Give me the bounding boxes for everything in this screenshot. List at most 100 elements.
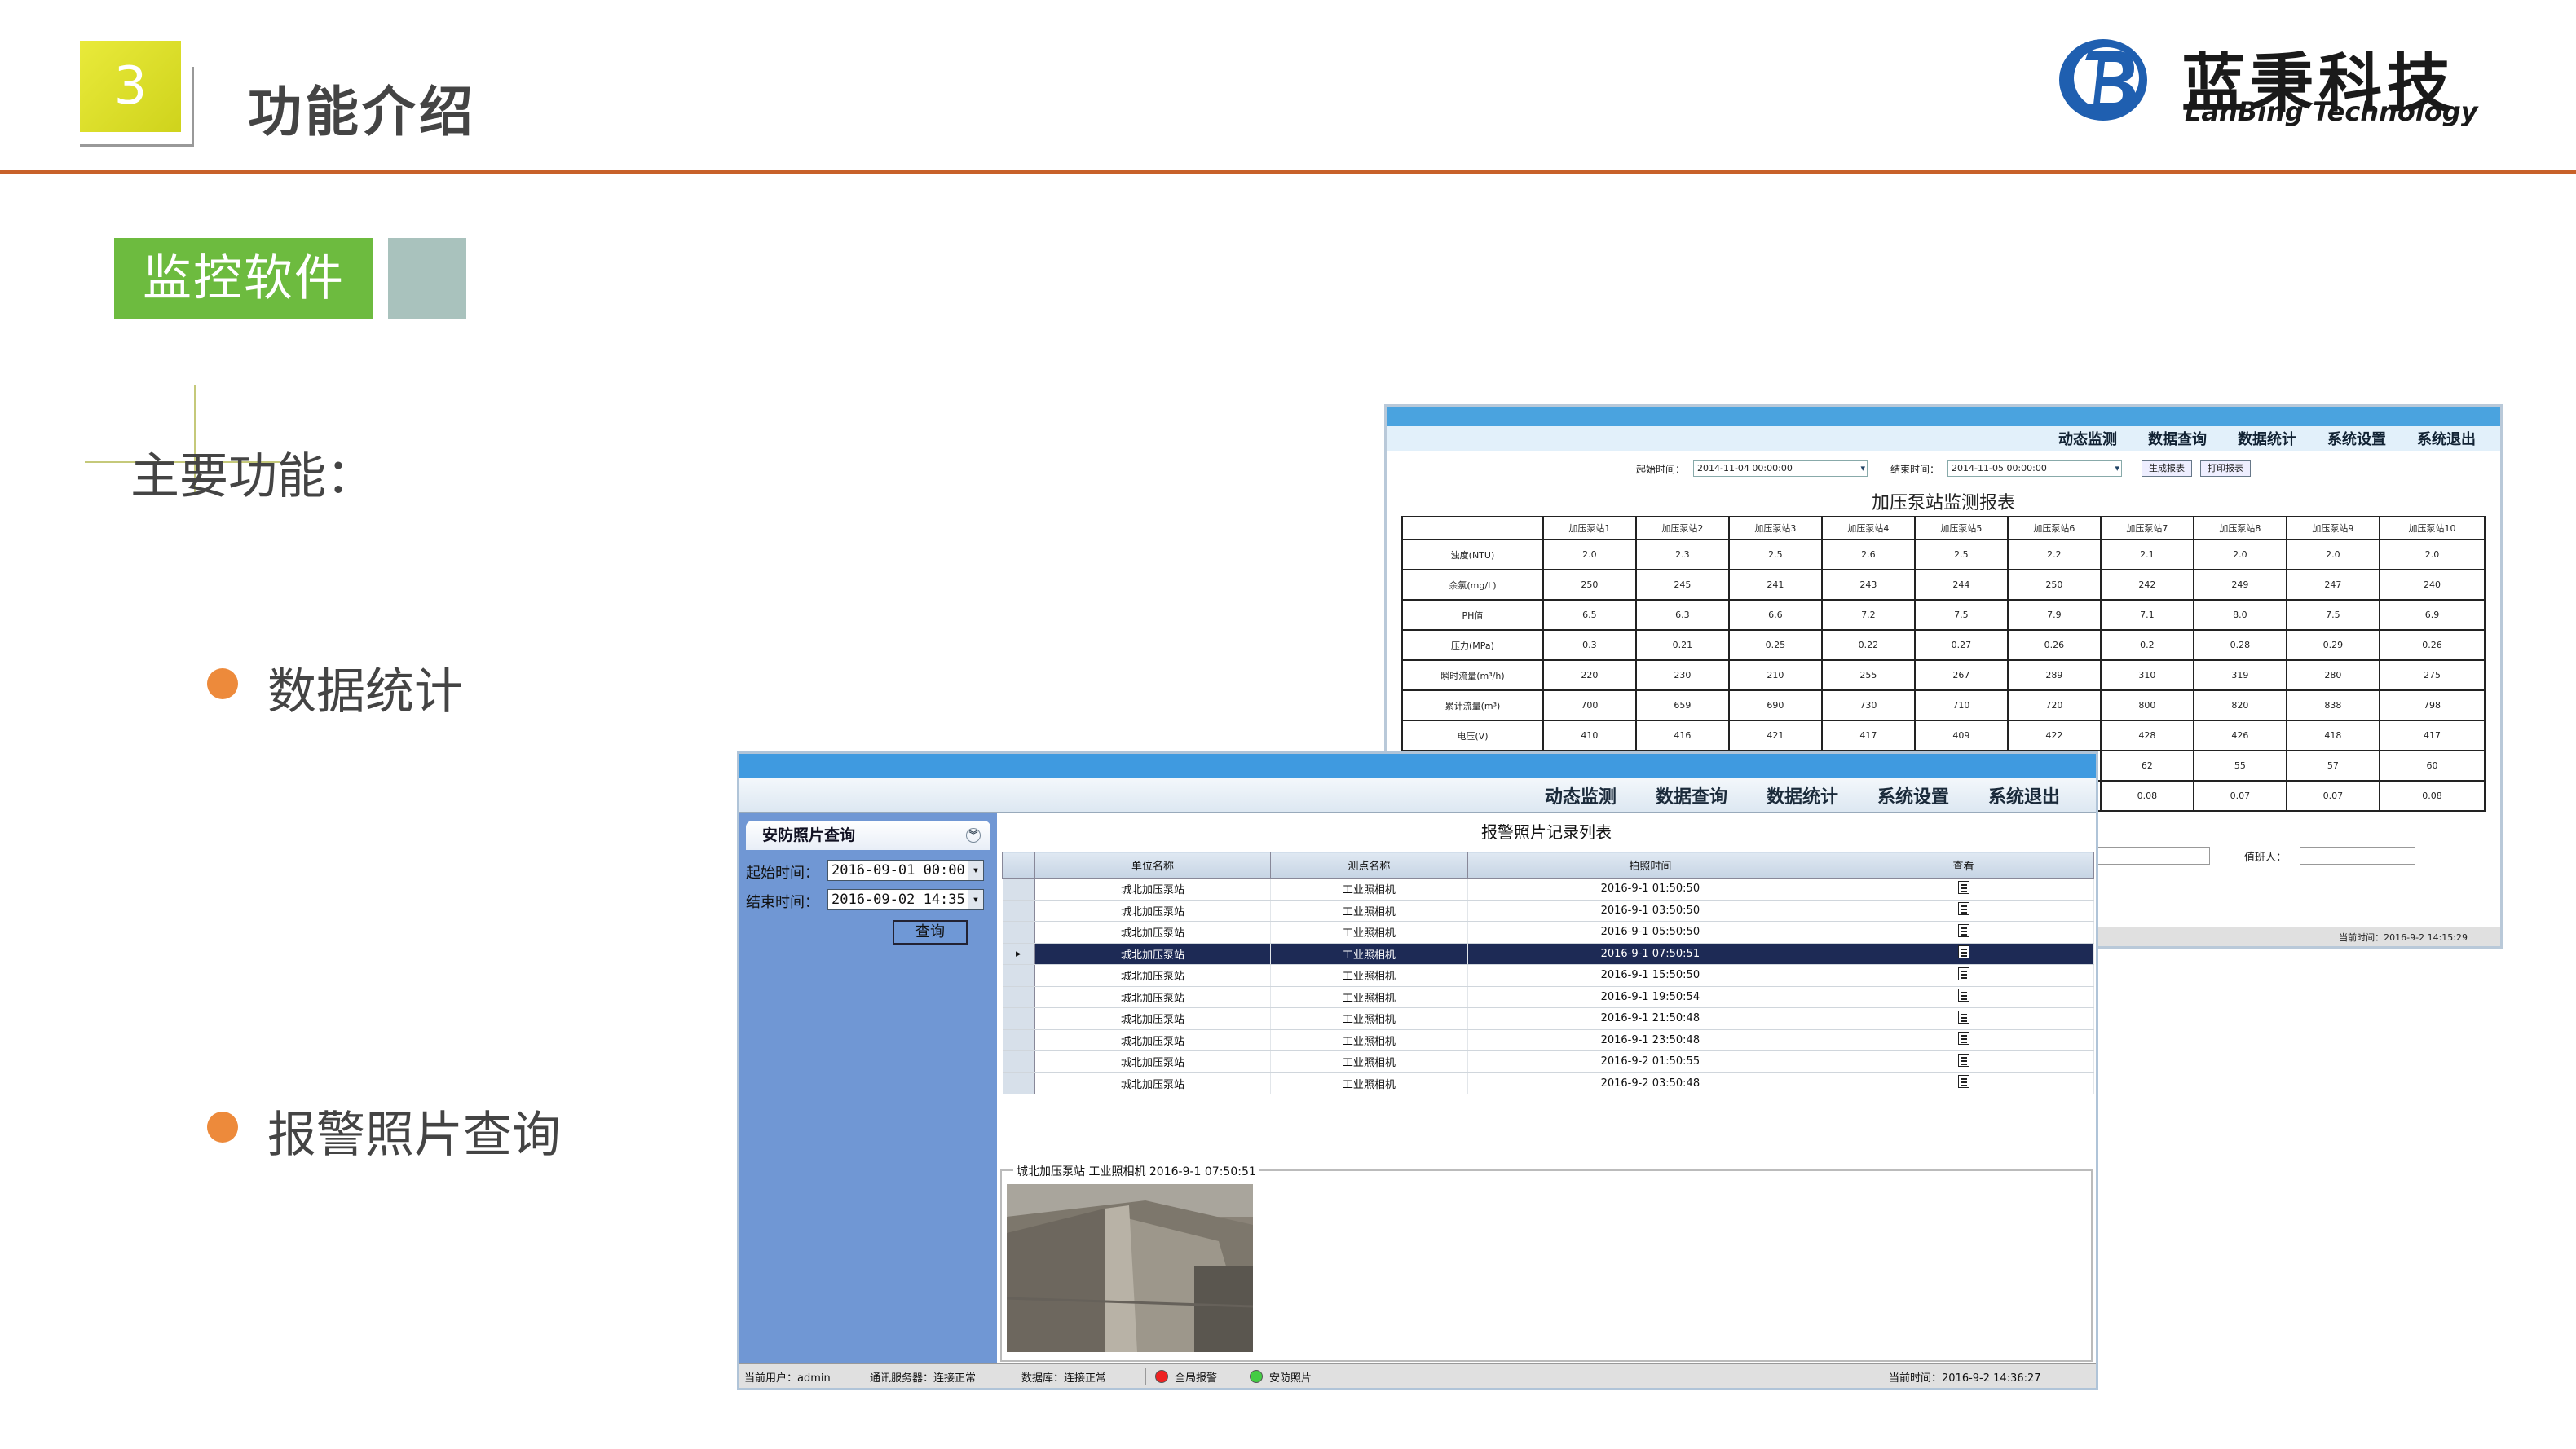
report-col-header: 加压泵站7 bbox=[2099, 516, 2194, 540]
cell-unit: 城北加压泵站 bbox=[1034, 1072, 1272, 1094]
view-cell bbox=[1833, 1050, 2094, 1073]
end-time-picker[interactable]: 2014-11-05 00:00:00 bbox=[1947, 460, 2123, 477]
view-document-icon[interactable] bbox=[1957, 902, 1969, 916]
menu-system-exit[interactable]: 系统退出 bbox=[1988, 782, 2060, 808]
view-document-icon[interactable] bbox=[1957, 923, 1969, 937]
table-cell: 418 bbox=[2285, 720, 2380, 751]
table-row[interactable]: 城北加压泵站 工业照相机 2016-9-1 15:50:50 bbox=[1002, 964, 2094, 987]
table-row: 浊度(NTU) 2.0 2.3 2.5 2.6 2.5 2.2 2.1 2.0 2.0 2.0 bbox=[1401, 539, 2486, 570]
table-row: 瞬时流量(m³/h) 220 230 210 255 267 289 310 319 280 275 bbox=[1401, 659, 2486, 691]
table-row[interactable]: 城北加压泵站 工业照相机 2016-9-1 21:50:48 bbox=[1002, 1007, 2094, 1030]
main-functions-label: 主要功能： bbox=[130, 448, 375, 505]
report-col-header: 加压泵站9 bbox=[2285, 516, 2380, 540]
table-row[interactable]: 城北加压泵站 工业照相机 2016-9-1 05:50:50 bbox=[1002, 921, 2094, 944]
view-document-icon[interactable] bbox=[1957, 1032, 1969, 1046]
start-time-label: 起始时间： bbox=[746, 865, 819, 882]
view-document-icon[interactable] bbox=[1957, 880, 1969, 894]
table-row[interactable]: 城北加压泵站 工业照相机 2016-9-2 01:50:55 bbox=[1002, 1050, 2094, 1073]
menu-dynamic-monitor[interactable]: 动态监测 bbox=[1545, 782, 1617, 808]
menu-dynamic-monitor[interactable]: 动态监测 bbox=[2058, 428, 2117, 449]
row-selector[interactable]: ▸ bbox=[1002, 943, 1035, 965]
report-input-blank[interactable] bbox=[2094, 847, 2210, 865]
table-cell: 2.2 bbox=[2006, 539, 2102, 570]
menu-data-statistics[interactable]: 数据统计 bbox=[1767, 782, 1838, 808]
row-selector[interactable] bbox=[1002, 986, 1035, 1008]
view-document-icon[interactable] bbox=[1957, 967, 1969, 980]
view-document-icon[interactable] bbox=[1957, 989, 1969, 1002]
row-selector[interactable] bbox=[1002, 1072, 1035, 1094]
collapse-chevron-icon[interactable]: ︾ bbox=[966, 828, 981, 843]
col-point-name[interactable]: 测点名称 bbox=[1270, 852, 1468, 879]
menu-data-statistics[interactable]: 数据统计 bbox=[2238, 428, 2296, 449]
view-document-icon[interactable] bbox=[1957, 945, 1969, 959]
table-cell: 2.0 bbox=[2192, 539, 2287, 570]
menu-system-settings[interactable]: 系统设置 bbox=[2327, 428, 2386, 449]
view-document-icon[interactable] bbox=[1957, 1010, 1969, 1024]
row-header-gutter bbox=[1002, 852, 1035, 879]
table-cell: 243 bbox=[1820, 569, 1916, 601]
menu-data-query[interactable]: 数据查询 bbox=[1656, 782, 1727, 808]
start-time-picker[interactable]: 2016-09-01 00:00 bbox=[827, 860, 984, 881]
table-row: 累计流量(m³) 700 659 690 730 710 720 800 820 838 798 bbox=[1401, 689, 2486, 721]
table-cell: 241 bbox=[1727, 569, 1823, 601]
row-selector[interactable] bbox=[1002, 1007, 1035, 1030]
row-selector[interactable] bbox=[1002, 878, 1035, 901]
col-view[interactable]: 查看 bbox=[1833, 852, 2094, 879]
table-cell: 319 bbox=[2192, 659, 2287, 691]
logo-english-name: LanBing Technology bbox=[2185, 96, 2478, 127]
table-cell: 0.3 bbox=[1542, 629, 1637, 661]
table-row[interactable]: 城北加压泵站 工业照相机 2016-9-1 19:50:54 bbox=[1002, 986, 2094, 1008]
cell-unit: 城北加压泵站 bbox=[1034, 943, 1272, 965]
view-cell bbox=[1833, 1072, 2094, 1094]
bullet-data-statistics: 数据统计 bbox=[267, 663, 463, 720]
security-photo-panel-header[interactable]: 安防照片查询 ︾ bbox=[746, 821, 990, 850]
table-row[interactable]: ▸ 城北加压泵站 工业照相机 2016-9-1 07:50:51 bbox=[1002, 943, 2094, 965]
end-time-picker[interactable]: 2016-09-02 14:35 bbox=[827, 889, 984, 910]
duty-input[interactable] bbox=[2300, 847, 2415, 865]
menu-system-exit[interactable]: 系统退出 bbox=[2417, 428, 2476, 449]
row-selector[interactable] bbox=[1002, 964, 1035, 987]
table-cell: 7.5 bbox=[1913, 599, 2009, 631]
table-cell: 700 bbox=[1542, 689, 1637, 721]
generate-report-button[interactable]: 生成报表 bbox=[2142, 460, 2193, 477]
table-row: PH值 6.5 6.3 6.6 7.2 7.5 7.9 7.1 8.0 7.5 6.9 bbox=[1401, 599, 2486, 631]
view-document-icon[interactable] bbox=[1957, 1053, 1969, 1067]
status-global-alarm[interactable]: 全局报警 bbox=[1175, 1369, 1217, 1385]
report-col-header: 加压泵站8 bbox=[2192, 516, 2287, 540]
row-selector[interactable] bbox=[1002, 1029, 1035, 1051]
status-security-photo[interactable]: 安防照片 bbox=[1269, 1369, 1312, 1385]
photo-caption: 城北加压泵站 工业照相机 2016-9-1 07:50:51 bbox=[1013, 1163, 1259, 1179]
cell-point: 工业照相机 bbox=[1270, 1050, 1468, 1073]
view-cell bbox=[1833, 921, 2094, 944]
start-time-picker[interactable]: 2014-11-04 00:00:00 bbox=[1693, 460, 1868, 477]
col-photo-time[interactable]: 拍照时间 bbox=[1467, 852, 1834, 879]
view-cell bbox=[1833, 1029, 2094, 1051]
table-cell: 428 bbox=[2099, 720, 2194, 751]
query-button[interactable]: 查询 bbox=[893, 920, 968, 945]
table-row[interactable]: 城北加压泵站 工业照相机 2016-9-1 01:50:50 bbox=[1002, 878, 2094, 901]
alarm-photo-image[interactable] bbox=[1007, 1184, 1253, 1352]
table-cell: 6.5 bbox=[1542, 599, 1637, 631]
table-row[interactable]: 城北加压泵站 工业照相机 2016-9-1 03:50:50 bbox=[1002, 900, 2094, 922]
row-label: 余氯(mg/L) bbox=[1401, 569, 1544, 601]
table-cell: 2.1 bbox=[2099, 539, 2194, 570]
table-row[interactable]: 城北加压泵站 工业照相机 2016-9-2 03:50:48 bbox=[1002, 1072, 2094, 1094]
panel-title: 安防照片查询 bbox=[762, 826, 856, 844]
cell-point: 工业照相机 bbox=[1270, 1072, 1468, 1094]
table-cell: 0.22 bbox=[1820, 629, 1916, 661]
cell-time: 2016-9-1 07:50:51 bbox=[1467, 943, 1834, 965]
report-menu-bar: 动态监测 数据查询 数据统计 系统设置 系统退出 bbox=[1387, 426, 2500, 451]
table-cell: 275 bbox=[2378, 659, 2486, 691]
security-photo-indicator-icon bbox=[1250, 1370, 1263, 1383]
table-cell: 2.0 bbox=[1542, 539, 1637, 570]
print-report-button[interactable]: 打印报表 bbox=[2200, 460, 2252, 477]
table-cell: 2.6 bbox=[1820, 539, 1916, 570]
table-row[interactable]: 城北加压泵站 工业照相机 2016-9-1 23:50:48 bbox=[1002, 1029, 2094, 1051]
col-unit-name[interactable]: 单位名称 bbox=[1034, 852, 1272, 879]
row-selector[interactable] bbox=[1002, 921, 1035, 944]
view-document-icon[interactable] bbox=[1957, 1075, 1969, 1089]
row-selector[interactable] bbox=[1002, 900, 1035, 922]
row-selector[interactable] bbox=[1002, 1050, 1035, 1073]
menu-system-settings[interactable]: 系统设置 bbox=[1877, 782, 1949, 808]
menu-data-query[interactable]: 数据查询 bbox=[2148, 428, 2207, 449]
